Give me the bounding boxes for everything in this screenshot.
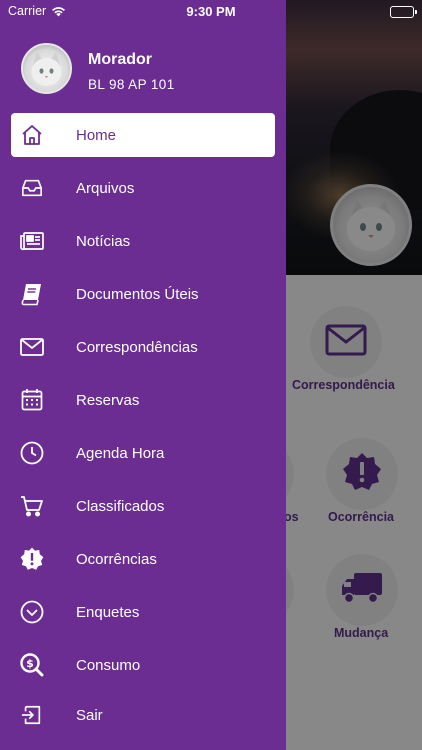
menu-item-documentos-uteis[interactable]: Documentos Úteis bbox=[0, 272, 286, 316]
calendar-icon bbox=[19, 387, 45, 413]
menu-item-sair[interactable]: Sair bbox=[0, 693, 286, 737]
menu-item-classificados[interactable]: Classificados bbox=[0, 484, 286, 528]
menu-item-label: Agenda Hora bbox=[76, 445, 165, 462]
status-time: 9:30 PM bbox=[186, 4, 236, 19]
home-icon bbox=[19, 122, 45, 148]
menu-item-label: Correspondências bbox=[76, 339, 198, 356]
shopping-cart-icon bbox=[19, 493, 45, 519]
menu-item-label: Reservas bbox=[76, 392, 140, 409]
newspaper-icon bbox=[19, 228, 45, 254]
menu-item-label: Ocorrências bbox=[76, 551, 157, 568]
profile-unit: BL 98 AP 101 bbox=[88, 77, 175, 92]
search-dollar-icon: $ bbox=[19, 652, 45, 678]
alert-badge-icon bbox=[19, 546, 45, 572]
menu-item-label: Arquivos bbox=[76, 180, 135, 197]
menu-item-label: Home bbox=[76, 127, 117, 144]
inbox-tray-icon bbox=[19, 175, 45, 201]
menu-item-label: Sair bbox=[76, 707, 103, 724]
profile-header[interactable]: Morador BL 98 AP 101 bbox=[0, 38, 286, 102]
menu-item-reservas[interactable]: Reservas bbox=[0, 378, 286, 422]
svg-text:$: $ bbox=[26, 657, 34, 670]
menu-item-enquetes[interactable]: Enquetes bbox=[0, 590, 286, 634]
chevron-circle-icon bbox=[19, 599, 45, 625]
side-drawer: Morador BL 98 AP 101 Home Arquivos Notíc… bbox=[0, 0, 286, 750]
menu-item-noticias[interactable]: Notícias bbox=[0, 219, 286, 263]
envelope-icon bbox=[19, 334, 45, 360]
menu-item-arquivos[interactable]: Arquivos bbox=[0, 166, 286, 210]
avatar[interactable] bbox=[21, 43, 72, 94]
menu-item-correspondencias[interactable]: Correspondências bbox=[0, 325, 286, 369]
clock-icon bbox=[19, 440, 45, 466]
menu-item-agenda-hora[interactable]: Agenda Hora bbox=[0, 431, 286, 475]
menu-item-home[interactable]: Home bbox=[11, 113, 275, 157]
book-icon bbox=[19, 281, 45, 307]
menu-item-label: Enquetes bbox=[76, 604, 140, 621]
profile-name: Morador bbox=[88, 51, 152, 68]
battery-icon bbox=[390, 6, 417, 18]
status-bar: Carrier 9:30 PM bbox=[0, 0, 422, 24]
menu-item-label: Documentos Úteis bbox=[76, 286, 199, 303]
menu-item-label: Notícias bbox=[76, 233, 131, 250]
menu-item-label: Classificados bbox=[76, 498, 165, 515]
menu-item-consumo[interactable]: $ Consumo bbox=[0, 643, 286, 687]
menu-item-label: Consumo bbox=[76, 657, 141, 674]
menu-item-ocorrencias[interactable]: Ocorrências bbox=[0, 537, 286, 581]
logout-icon bbox=[19, 702, 45, 728]
